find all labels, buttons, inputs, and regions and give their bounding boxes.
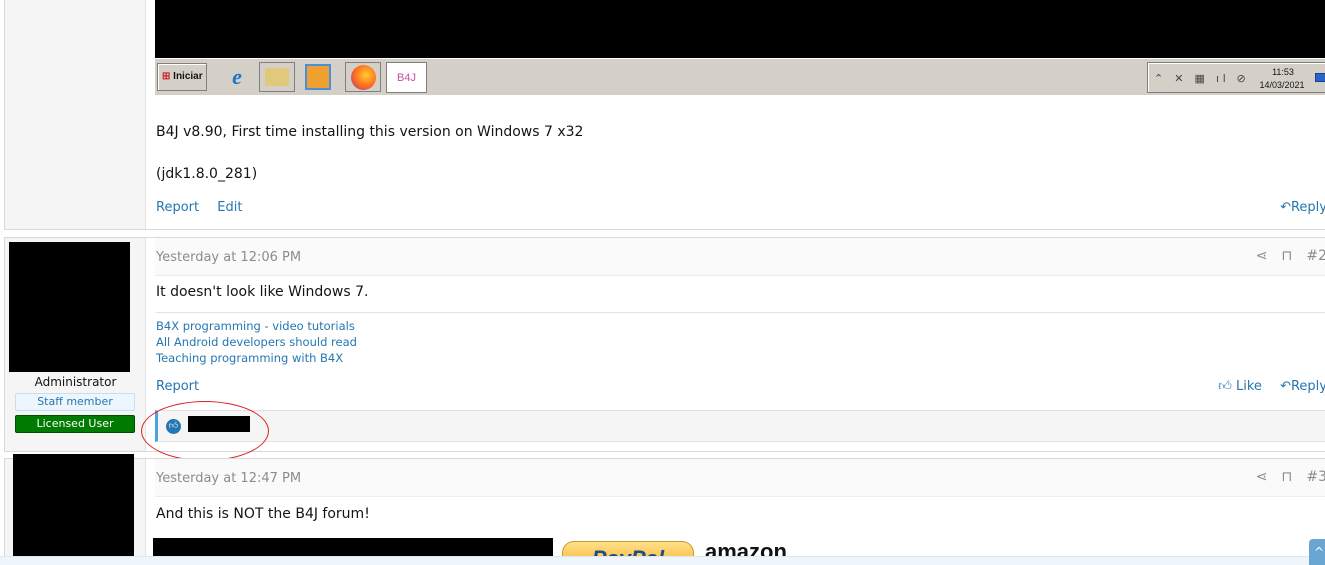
b4j-taskbar-item: B4J — [386, 62, 427, 93]
share-icon[interactable]: ⋖ — [1256, 469, 1268, 485]
like-button[interactable]: 👍︎ Like — [1218, 379, 1262, 394]
like-reaction-icon: 👍︎ — [166, 419, 181, 434]
post-3-message: And this is NOT the B4J forum! — [156, 506, 370, 522]
system-tray: ⌃ ✕ ▦ ıl ⊘ 11:53 14/03/2021 — [1147, 62, 1325, 93]
internet-explorer-icon: e — [232, 64, 242, 89]
licensed-user-badge: Licensed User — [15, 415, 135, 433]
start-label: Iniciar — [173, 71, 203, 82]
avatar[interactable] — [9, 242, 130, 372]
reply-button[interactable]: ↶Reply — [1280, 200, 1325, 215]
reply-icon: ↶ — [1280, 379, 1291, 394]
folder-icon — [259, 62, 295, 92]
report-link[interactable]: Report — [156, 200, 199, 215]
show-desktop-icon — [1315, 73, 1325, 82]
post-number[interactable]: #2 — [1306, 248, 1325, 264]
post-number[interactable]: #3 — [1306, 469, 1325, 485]
post-tools: ⋖ ⊓ #2 — [1242, 248, 1325, 264]
screenshot-black-area — [155, 0, 1325, 58]
thumbs-up-icon: 👍︎ — [1218, 379, 1232, 394]
signature-link-2[interactable]: All Android developers should read — [156, 334, 1325, 350]
windows-taskbar: ⊞ Iniciar e B4J ⌃ ✕ ▦ ıl ⊘ 11:53 14/03/2… — [155, 58, 1325, 95]
start-button: ⊞ Iniciar — [157, 63, 207, 91]
share-icon[interactable]: ⋖ — [1256, 248, 1268, 264]
signature: B4X programming - video tutorials All An… — [156, 312, 1325, 366]
post-2-body: Yesterday at 12:06 PM ⋖ ⊓ #2 It doesn't lo… — [155, 238, 1325, 451]
post-3-header: Yesterday at 12:47 PM ⋖ ⊓ #3 — [155, 459, 1325, 497]
reply-button[interactable]: ↶Reply — [1280, 379, 1325, 394]
post-2-header: Yesterday at 12:06 PM ⋖ ⊓ #2 — [155, 238, 1325, 276]
post-1-user-column — [5, 0, 146, 229]
media-player-icon — [305, 64, 331, 90]
windows-logo-icon: ⊞ — [162, 71, 171, 82]
reactions-bar[interactable]: 👍︎ — [155, 410, 1325, 442]
post-2-message: It doesn't look like Windows 7. — [156, 284, 369, 300]
post-1-message-line-1: B4J v8.90, First time installing this ve… — [156, 124, 584, 140]
scroll-to-top-button[interactable]: ^ — [1309, 539, 1325, 565]
tray-icons: ⌃ ✕ ▦ ıl ⊘ — [1154, 73, 1250, 85]
edit-link[interactable]: Edit — [217, 200, 242, 215]
bookmark-icon[interactable]: ⊓ — [1281, 248, 1292, 264]
post-1-body: ⊞ Iniciar e B4J ⌃ ✕ ▦ ıl ⊘ 11:53 14/03/2… — [155, 0, 1325, 229]
post-2-user-column: Administrator Staff member Licensed User — [5, 238, 146, 451]
post-1-message-line-2: (jdk1.8.0_281) — [156, 166, 258, 182]
post-3: Yesterday at 12:47 PM ⋖ ⊓ #3 And this is N… — [4, 454, 1325, 565]
attached-screenshot[interactable]: ⊞ Iniciar e B4J ⌃ ✕ ▦ ıl ⊘ 11:53 14/03/2… — [155, 0, 1325, 95]
post-3-user-column — [5, 454, 146, 565]
signature-link-3[interactable]: Teaching programming with B4X — [156, 350, 1325, 366]
post-tools: ⋖ ⊓ #3 — [1242, 469, 1325, 485]
signature-link-1[interactable]: B4X programming - video tutorials — [156, 318, 1325, 334]
post-2: Administrator Staff member Licensed User… — [4, 237, 1325, 452]
bookmark-icon[interactable]: ⊓ — [1281, 469, 1292, 485]
chevron-up-icon: ^ — [1313, 545, 1325, 559]
firefox-icon — [345, 62, 381, 92]
report-link[interactable]: Report — [156, 379, 199, 394]
tray-time: 11:53 — [1272, 67, 1294, 77]
post-3-body: Yesterday at 12:47 PM ⋖ ⊓ #3 And this is N… — [153, 459, 1325, 565]
reply-icon: ↶ — [1280, 200, 1291, 215]
post-1: ⊞ Iniciar e B4J ⌃ ✕ ▦ ıl ⊘ 11:53 14/03/2… — [4, 0, 1325, 230]
post-date[interactable]: Yesterday at 12:47 PM — [156, 471, 301, 486]
tray-date: 14/03/2021 — [1259, 80, 1305, 90]
bottom-bar — [0, 556, 1325, 565]
avatar[interactable] — [13, 454, 134, 559]
staff-member-badge: Staff member — [15, 393, 135, 411]
redacted-username — [188, 416, 250, 432]
post-date[interactable]: Yesterday at 12:06 PM — [156, 250, 301, 265]
user-role: Administrator — [34, 375, 117, 389]
